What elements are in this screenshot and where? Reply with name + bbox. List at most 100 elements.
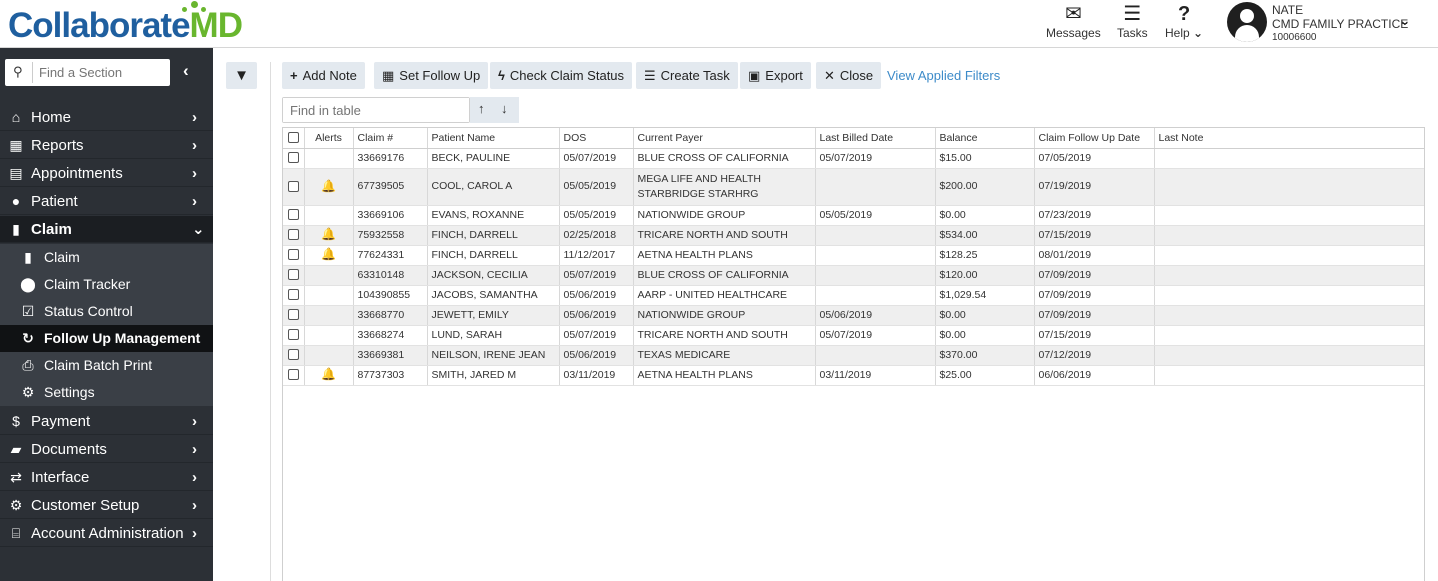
find-section-input[interactable]: [32, 62, 166, 83]
help-button[interactable]: ? Help ⌄: [1165, 2, 1203, 40]
bell-icon[interactable]: 🔔: [321, 227, 336, 241]
table-row[interactable]: 🔔 67739505 COOL, CAROL A 05/05/2019 MEGA LIF…: [283, 168, 1424, 206]
sidebar-item-payment[interactable]: $ Payment ›: [0, 408, 213, 435]
bell-icon[interactable]: 🔔: [321, 367, 336, 381]
find-previous-arrow-icon[interactable]: ↑: [478, 101, 485, 116]
sidebar-subitem-claim-tracker[interactable]: ⬤ Claim Tracker: [0, 271, 213, 298]
row-checkbox[interactable]: [283, 148, 305, 169]
column-header-dos[interactable]: DOS: [559, 128, 634, 149]
find-next-arrow-icon[interactable]: ↓: [501, 101, 508, 116]
column-header-last-billed-date[interactable]: Last Billed Date: [815, 128, 936, 149]
patient-name-cell: EVANS, ROXANNE: [427, 205, 560, 226]
row-checkbox[interactable]: [283, 345, 305, 366]
sidebar-item-patient[interactable]: ● Patient ›: [0, 188, 213, 215]
table-row[interactable]: 33668274 LUND, SARAH 05/07/2019 TRICARE NOR…: [283, 325, 1424, 346]
balance-cell: $120.00: [935, 265, 1035, 286]
select-all-checkbox[interactable]: [283, 128, 305, 149]
sidebar-subitem-claim-batch-print[interactable]: ⎙ Claim Batch Print: [0, 352, 213, 379]
view-applied-filters-link[interactable]: View Applied Filters: [887, 68, 1000, 83]
sidebar-subitem-follow-up-management[interactable]: ↻ Follow Up Management: [0, 325, 213, 352]
sidebar-item-documents[interactable]: ▰ Documents ›: [0, 436, 213, 463]
sidebar-item-claim[interactable]: ▮ Claim ⌄: [0, 216, 213, 243]
sidebar-item-appointments[interactable]: ▤ Appointments ›: [0, 160, 213, 187]
column-header-follow-up-date[interactable]: Claim Follow Up Date: [1034, 128, 1155, 149]
balance-cell: $0.00: [935, 325, 1035, 346]
row-checkbox[interactable]: [283, 205, 305, 226]
create-task-button[interactable]: ☰ Create Task: [636, 62, 738, 89]
add-note-button[interactable]: + Add Note: [282, 62, 365, 89]
folder-icon: ▰: [10, 441, 22, 457]
payer-cell: NATIONWIDE GROUP: [633, 305, 816, 326]
balance-cell: $1,029.54: [935, 285, 1035, 306]
set-follow-up-button[interactable]: ▦ Set Follow Up: [374, 62, 489, 89]
last-note-cell: [1154, 365, 1424, 386]
row-checkbox[interactable]: [283, 168, 305, 206]
find-in-table-input[interactable]: [283, 98, 469, 122]
sidebar-item-reports[interactable]: ▦ Reports ›: [0, 132, 213, 159]
check-claim-status-button[interactable]: ϟ Check Claim Status: [490, 62, 633, 89]
alert-cell: [304, 325, 354, 346]
column-header-balance[interactable]: Balance: [935, 128, 1035, 149]
claim-number-cell: 87737303: [353, 365, 428, 386]
account-id: 10006600: [1272, 32, 1317, 43]
bell-icon[interactable]: 🔔: [321, 247, 336, 261]
export-button[interactable]: ▣ Export: [740, 62, 811, 89]
sidebar-subitem-claim[interactable]: ▮ Claim: [0, 244, 213, 271]
collaboratemd-logo[interactable]: CollaborateMD: [8, 1, 243, 46]
sidebar-item-interface[interactable]: ⇄ Interface ›: [0, 464, 213, 491]
sidebar-item-home[interactable]: ⌂ Home ›: [0, 104, 213, 131]
chevron-down-icon[interactable]: ⌄: [1399, 12, 1411, 29]
row-checkbox[interactable]: [283, 265, 305, 286]
row-checkbox[interactable]: [283, 365, 305, 386]
row-checkbox[interactable]: [283, 285, 305, 306]
dos-cell: 05/07/2019: [559, 148, 634, 169]
column-header-claim-number[interactable]: Claim #: [353, 128, 428, 149]
balance-cell: $534.00: [935, 225, 1035, 246]
alert-cell: [304, 345, 354, 366]
table-row[interactable]: 104390855 JACOBS, SAMANTHA 05/06/2019 AARP …: [283, 285, 1424, 306]
last-billed-cell: [815, 265, 936, 286]
row-checkbox[interactable]: [283, 245, 305, 266]
network-icon: ⚙: [9, 497, 23, 513]
table-row[interactable]: 33669381 NEILSON, IRENE JEAN 05/06/2019 TEX…: [283, 345, 1424, 366]
task-list-icon: ☰: [1123, 3, 1142, 25]
bell-icon[interactable]: 🔔: [321, 179, 336, 193]
patient-name-cell: SMITH, JARED M: [427, 365, 560, 386]
user-menu[interactable]: NATE CMD FAMILY PRACTICE 10006600: [1272, 3, 1408, 45]
sidebar-item-customer-setup[interactable]: ⚙ Customer Setup ›: [0, 492, 213, 519]
row-checkbox[interactable]: [283, 225, 305, 246]
table-row[interactable]: 33668770 JEWETT, EMILY 05/06/2019 NATIONWID…: [283, 305, 1424, 326]
sidebar-subitem-status-control[interactable]: ☑ Status Control: [0, 298, 213, 325]
column-header-patient-name[interactable]: Patient Name: [427, 128, 560, 149]
filter-toggle-button[interactable]: ▼: [226, 62, 257, 89]
row-checkbox[interactable]: [283, 305, 305, 326]
close-icon: ✕: [824, 68, 835, 83]
last-billed-cell: [815, 285, 936, 306]
sidebar-subitem-settings[interactable]: ⚙ Settings: [0, 379, 213, 406]
follow-up-date-cell: 07/15/2019: [1034, 325, 1155, 346]
reports-icon: ▦: [9, 137, 23, 153]
balance-cell: $15.00: [935, 148, 1035, 169]
table-row[interactable]: 🔔 87737303 SMITH, JARED M 03/11/2019 AETNA H…: [283, 365, 1424, 386]
table-row[interactable]: 🔔 77624331 FINCH, DARRELL 11/12/2017 AETNA H…: [283, 245, 1424, 266]
sidebar-item-account-administration[interactable]: ⌸ Account Administration ›: [0, 520, 213, 547]
table-row[interactable]: 33669106 EVANS, ROXANNE 05/05/2019 NATIONWI…: [283, 205, 1424, 226]
column-header-last-note[interactable]: Last Note: [1154, 128, 1424, 149]
table-row[interactable]: 🔔 75932558 FINCH, DARRELL 02/25/2018 TRICARE…: [283, 225, 1424, 246]
payer-cell: BLUE CROSS OF CALIFORNIA: [633, 148, 816, 169]
row-checkbox[interactable]: [283, 325, 305, 346]
user-avatar-icon[interactable]: [1227, 2, 1267, 42]
follow-up-date-cell: 07/05/2019: [1034, 148, 1155, 169]
table-row[interactable]: 63310148 JACKSON, CECILIA 05/07/2019 BLUE C…: [283, 265, 1424, 286]
table-row[interactable]: 33669176 BECK, PAULINE 05/07/2019 BLUE CROS…: [283, 148, 1424, 169]
tasks-button[interactable]: ☰ Tasks: [1117, 2, 1148, 40]
patient-name-cell: LUND, SARAH: [427, 325, 560, 346]
collapse-sidebar-chevron-icon[interactable]: ‹: [183, 61, 189, 81]
dos-cell: 05/05/2019: [559, 205, 634, 226]
column-header-current-payer[interactable]: Current Payer: [633, 128, 816, 149]
envelope-icon: ✉: [1064, 3, 1082, 25]
payer-cell: MEGA LIFE AND HEALTH STARBRIDGE STARHRG: [633, 168, 816, 206]
column-header-alerts[interactable]: Alerts: [304, 128, 354, 149]
messages-button[interactable]: ✉ Messages: [1046, 2, 1101, 40]
close-button[interactable]: ✕ Close: [816, 62, 882, 89]
